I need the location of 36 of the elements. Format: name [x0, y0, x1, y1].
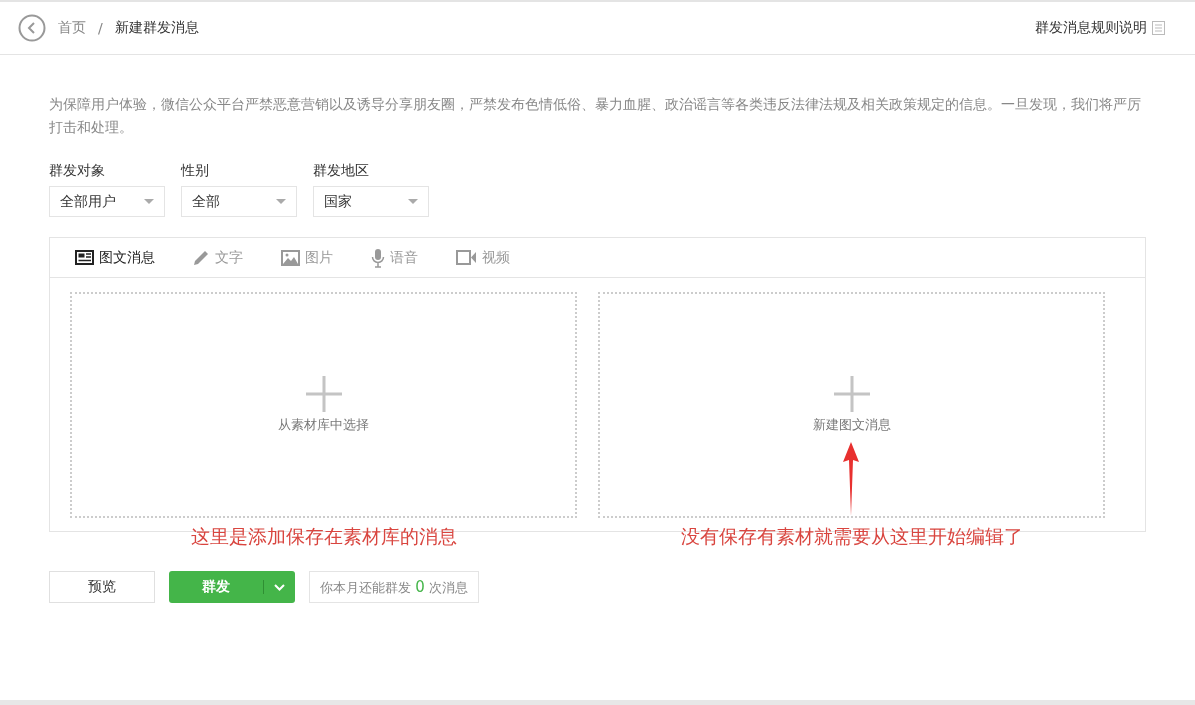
- home-link[interactable]: 首页: [58, 19, 86, 37]
- breadcrumb-separator: /: [98, 20, 103, 36]
- chevron-down-icon[interactable]: [274, 583, 285, 591]
- image-icon: [281, 249, 300, 266]
- document-icon: [1152, 21, 1165, 35]
- plus-icon: [305, 376, 342, 412]
- quota-text: 你本月还能群发 0 次消息: [320, 577, 468, 597]
- filter-label: 群发地区: [313, 162, 370, 180]
- back-icon[interactable]: [18, 14, 46, 42]
- message-type-tab[interactable]: 文字: [193, 248, 243, 267]
- message-type-tab[interactable]: 图片: [281, 248, 333, 267]
- dropdown[interactable]: 国家: [313, 186, 429, 217]
- microphone-icon: [371, 247, 385, 268]
- message-type-tab[interactable]: 语音: [371, 247, 418, 268]
- annotation-text: 这里是添加保存在素材库的消息: [190, 524, 457, 549]
- dropdown[interactable]: 全部: [181, 186, 297, 217]
- add-content-card[interactable]: 从素材库中选择: [70, 292, 577, 518]
- send-button[interactable]: 群发: [169, 571, 295, 603]
- plus-icon: [833, 376, 870, 412]
- page-title: 新建群发消息: [114, 19, 199, 37]
- message-type-tab[interactable]: 图文消息: [75, 248, 155, 267]
- annotation-text: 没有保存有素材就需要从这里开始编辑了: [680, 524, 1023, 549]
- preview-button[interactable]: 预览: [49, 571, 155, 603]
- message-type-tab[interactable]: 视频: [456, 248, 510, 267]
- video-camera-icon: [456, 250, 477, 265]
- notice-text: 为保障用户体验，微信公众平台严禁恶意营销以及诱导分享朋友圈，严禁发布色情低俗、暴力血腥、政治谣言等各类违反法律法规及相关政策规定的信息。一旦发现，我们将严厉打击和处理。: [49, 95, 1142, 137]
- filter-label: 性别: [181, 162, 210, 180]
- news-icon: [75, 250, 94, 265]
- caret-icon: [144, 199, 154, 204]
- pencil-icon: [193, 249, 210, 266]
- add-content-card[interactable]: 新建图文消息: [598, 292, 1105, 518]
- rules-link[interactable]: 群发消息规则说明: [1035, 19, 1165, 37]
- caret-icon: [276, 199, 286, 204]
- dropdown[interactable]: 全部用户: [49, 186, 165, 217]
- caret-icon: [408, 199, 418, 204]
- filter-label: 群发对象: [49, 162, 106, 180]
